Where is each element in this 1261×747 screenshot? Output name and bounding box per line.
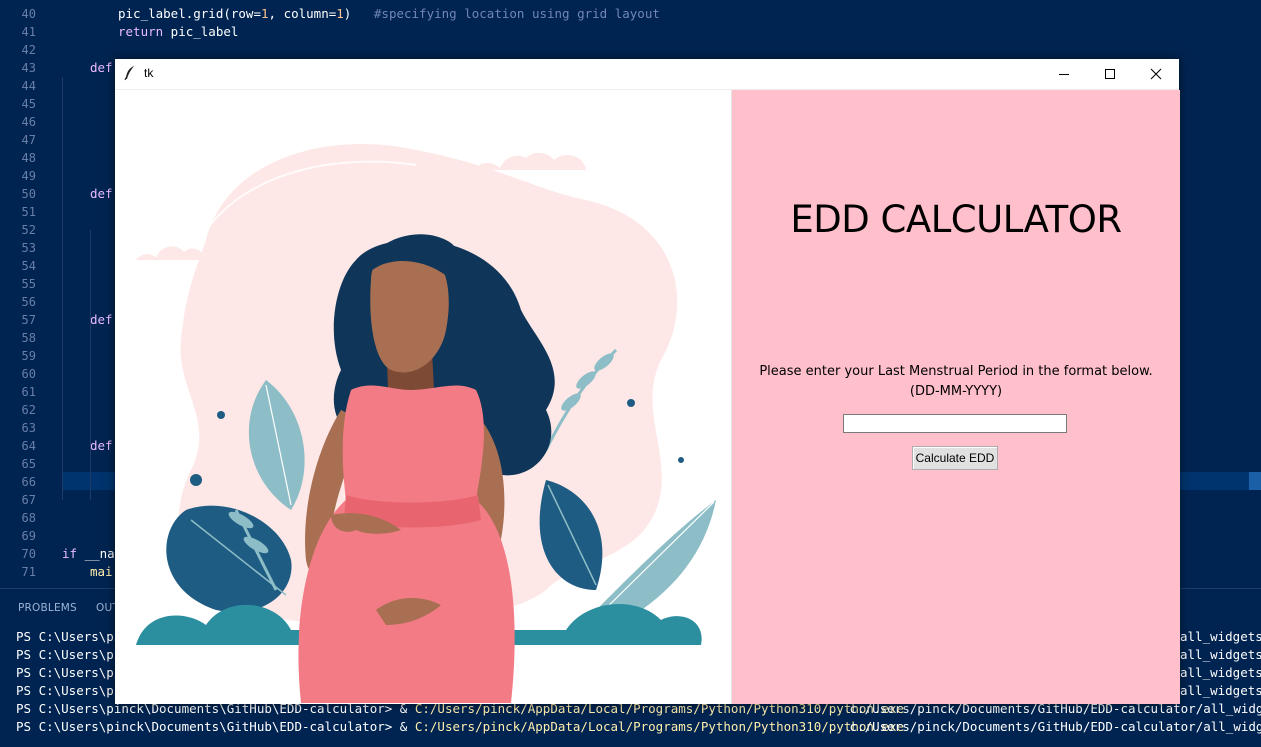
line-number: 40 <box>21 7 36 21</box>
terminal-prompt: PS C:\Users\pinck\Documents\GitHub\EDD-c… <box>16 719 415 734</box>
line-number: 41 <box>21 25 36 39</box>
pregnant-woman-illustration <box>136 144 716 703</box>
instruction-line: Please enter your Last Menstrual Period … <box>759 364 1153 379</box>
line-number: 58 <box>21 331 36 345</box>
indent-guide <box>62 77 63 500</box>
code-token: if <box>62 546 78 561</box>
illustration-pane <box>116 90 730 703</box>
instruction-text: Please enter your Last Menstrual Period … <box>732 362 1180 402</box>
terminal-line: PS C:\Users\pi <box>16 646 121 664</box>
terminal-line: PS C:\Users\pi <box>16 682 121 700</box>
code-line: return pic_label <box>118 23 238 41</box>
code-line: def <box>90 59 113 77</box>
terminal-line-tail: c:/Users/pinck/Documents/GitHub/EDD-calc… <box>842 719 1261 734</box>
terminal-prompt: PS C:\Users\pi <box>16 647 122 662</box>
line-number: 62 <box>21 403 36 417</box>
terminal-line-tail: all_widgets. <box>1180 683 1261 698</box>
line-number: 48 <box>21 151 36 165</box>
terminal-prompt: PS C:\Users\pi <box>16 683 122 698</box>
line-number: 64 <box>21 439 36 453</box>
line-number: 67 <box>21 493 36 507</box>
code-line: if __nam <box>62 545 122 563</box>
line-number: 65 <box>21 457 36 471</box>
code-token: pic_label <box>163 24 239 39</box>
calculator-pane: EDD CALCULATOR Please enter your Last Me… <box>731 90 1180 704</box>
minimize-button[interactable] <box>1041 59 1087 89</box>
close-button[interactable] <box>1133 59 1179 89</box>
line-number: 53 <box>21 241 36 255</box>
code-token: def <box>90 186 113 201</box>
scrollbar-marker[interactable] <box>1249 472 1261 490</box>
line-number: 52 <box>21 223 36 237</box>
terminal-line: PS C:\Users\pinck\Documents\GitHub\EDD-c… <box>16 718 904 736</box>
line-number: 66 <box>21 475 36 489</box>
line-number: 46 <box>21 115 36 129</box>
maximize-button[interactable] <box>1087 59 1133 89</box>
app-heading: EDD CALCULATOR <box>790 198 1122 241</box>
line-number: 44 <box>21 79 36 93</box>
terminal-line-tail: all_widgets. <box>1180 629 1261 644</box>
line-number: 61 <box>21 385 36 399</box>
close-icon <box>1150 68 1162 80</box>
line-number: 54 <box>21 259 36 273</box>
line-number: 63 <box>21 421 36 435</box>
line-number: 68 <box>21 511 36 525</box>
line-number: 45 <box>21 97 36 111</box>
terminal-line-tail: all_widgets. <box>1180 665 1261 680</box>
code-token: return <box>118 24 164 39</box>
code-token: def <box>90 60 113 75</box>
terminal-prompt: PS C:\Users\pi <box>16 665 122 680</box>
line-number: 42 <box>21 43 36 57</box>
line-number: 57 <box>21 313 36 327</box>
line-number: 70 <box>21 547 36 561</box>
terminal-line-tail: all_widgets. <box>1180 647 1261 662</box>
code-token: mai <box>90 564 113 579</box>
terminal-line: PS C:\Users\pi <box>16 628 121 646</box>
feather-icon <box>124 66 134 81</box>
cloud <box>474 152 586 170</box>
tk-window[interactable]: tk EDD CALCULATOR Please enter your Last… <box>115 59 1180 704</box>
code-token: , column= <box>268 6 337 21</box>
terminal-line: PS C:\Users\pi <box>16 664 121 682</box>
line-number: 49 <box>21 169 36 183</box>
line-number: 71 <box>21 565 36 579</box>
code-token: ) <box>343 6 374 21</box>
code-line: pic_label.grid(row=1, column=1) #specify… <box>118 5 660 23</box>
code-token: def <box>90 438 113 453</box>
calculate-edd-button[interactable]: Calculate EDD <box>912 446 998 470</box>
line-number: 59 <box>21 349 36 363</box>
code-line: def <box>90 311 113 329</box>
line-number: 55 <box>21 277 36 291</box>
code-line: def <box>90 185 113 203</box>
format-hint: (DD-MM-YYYY) <box>909 384 1003 399</box>
lmp-date-input[interactable] <box>843 414 1067 433</box>
window-title: tk <box>144 66 154 80</box>
code-line: mai <box>90 563 113 581</box>
code-token: pic_label.grid(row= <box>118 6 261 21</box>
minimize-icon <box>1059 74 1069 75</box>
terminal-exe-path: C:/Users/pinck/AppData/Local/Programs/Py… <box>414 719 905 734</box>
code-token: def <box>90 312 113 327</box>
code-token: #specifying location using grid layout <box>373 6 660 21</box>
line-number: 51 <box>21 205 36 219</box>
line-number: 56 <box>21 295 36 309</box>
line-number: 50 <box>21 187 36 201</box>
line-number: 60 <box>21 367 36 381</box>
maximize-icon <box>1105 69 1115 79</box>
code-line: def <box>90 437 113 455</box>
line-number: 69 <box>21 529 36 543</box>
code-token: 1 <box>261 6 269 21</box>
line-number: 43 <box>21 61 36 75</box>
line-number: 47 <box>21 133 36 147</box>
terminal-prompt: PS C:\Users\pi <box>16 629 122 644</box>
title-bar[interactable]: tk <box>115 59 1179 90</box>
tab-problems[interactable]: PROBLEMS <box>18 602 77 614</box>
indent-guide <box>90 230 91 500</box>
code-token: 1 <box>336 6 344 21</box>
